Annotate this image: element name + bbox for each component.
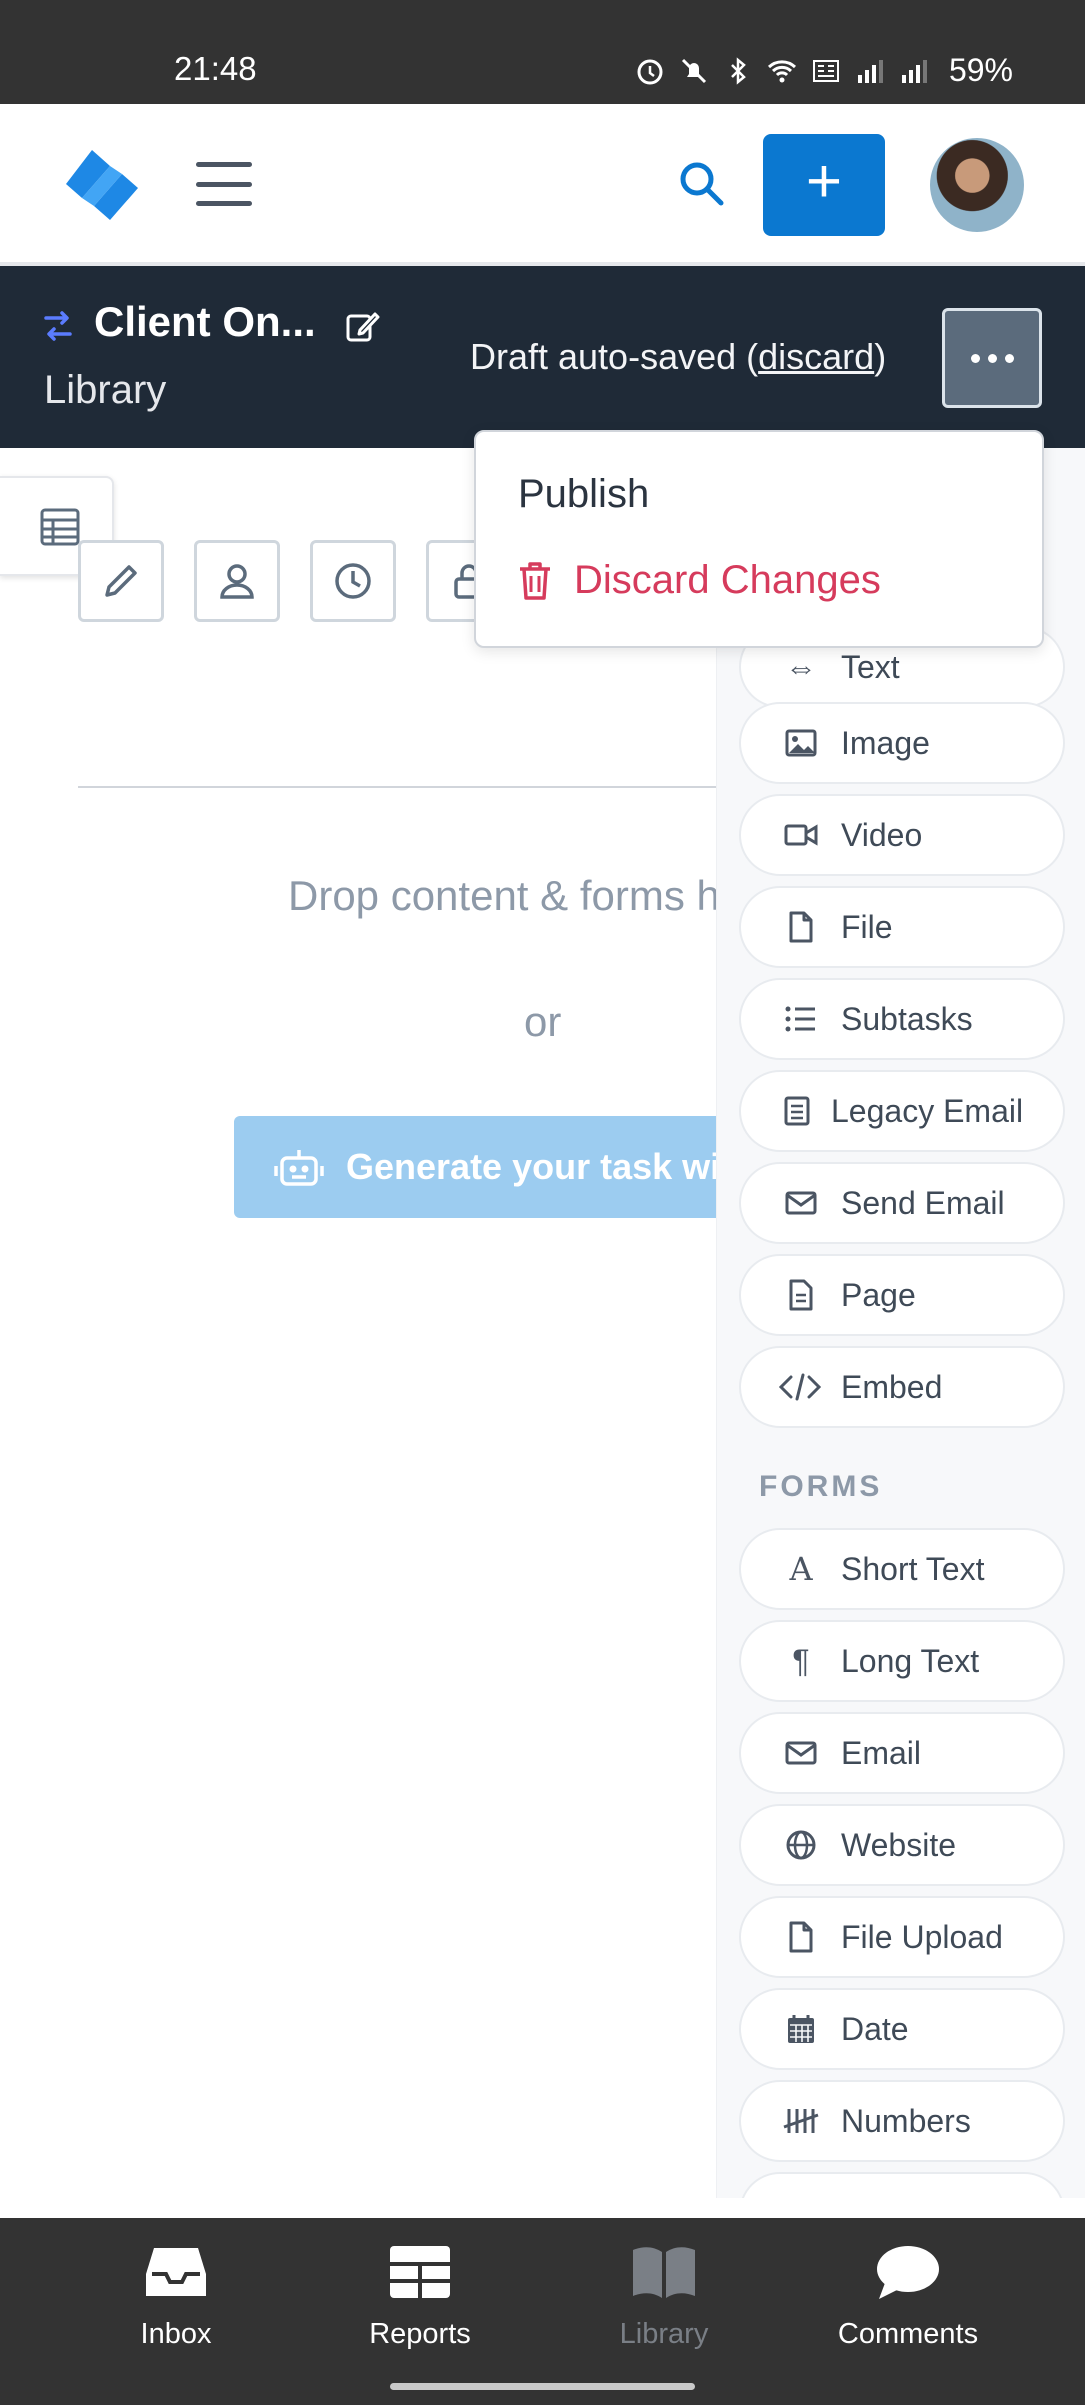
trash-icon: [520, 561, 550, 600]
inbox-icon: [146, 2248, 206, 2296]
avatar[interactable]: [930, 138, 1024, 232]
nav-library[interactable]: Library: [564, 2240, 764, 2351]
widget-page[interactable]: Page: [739, 1254, 1065, 1336]
clock-icon: [335, 563, 371, 599]
form-date[interactable]: Date: [739, 1988, 1065, 2070]
widget-subtasks[interactable]: Subtasks: [739, 978, 1065, 1060]
task-toolbar: [78, 540, 512, 622]
search-icon[interactable]: [676, 158, 726, 208]
status-icons: 59%: [635, 52, 1013, 89]
due-date-button[interactable]: [310, 540, 396, 622]
tally-icon: [783, 2103, 819, 2139]
menu-item-publish[interactable]: Publish: [518, 472, 649, 517]
file-icon: [783, 909, 819, 945]
forms-heading: FORMS: [759, 1470, 883, 1503]
form-file-upload[interactable]: File Upload: [739, 1896, 1065, 1978]
workflow-title[interactable]: Client On...: [94, 298, 316, 346]
volte-icon: [812, 59, 839, 82]
form-website[interactable]: Website: [739, 1804, 1065, 1886]
envelope-icon: [783, 1185, 819, 1221]
status-time: 21:48: [174, 50, 257, 87]
breadcrumb-library[interactable]: Library: [44, 368, 166, 413]
pencil-icon: [105, 565, 137, 597]
draft-status: Draft auto-saved (discard): [470, 336, 887, 377]
widget-video[interactable]: Video: [739, 794, 1065, 876]
mute-icon: [681, 58, 707, 83]
form-short-text[interactable]: A Short Text: [739, 1528, 1065, 1610]
workflow-title-bar: Client On... Library Draft auto-saved (d…: [0, 266, 1085, 448]
list-icon: [783, 1001, 819, 1037]
nav-reports[interactable]: Reports: [320, 2240, 520, 2351]
form-long-text[interactable]: ¶ Long Text: [739, 1620, 1065, 1702]
table-icon: [40, 508, 80, 546]
legacy-email-icon: [779, 1093, 815, 1129]
signal-icon: [857, 59, 883, 83]
bluetooth-icon: [731, 56, 746, 85]
file-icon: [783, 1919, 819, 1955]
image-icon: [783, 725, 819, 761]
code-icon: [779, 1369, 821, 1405]
reports-icon: [390, 2246, 450, 2298]
app-header: +: [0, 104, 1085, 266]
letter-a-icon: A: [789, 1550, 813, 1588]
nav-comments[interactable]: Comments: [808, 2240, 1008, 2351]
user-icon: [220, 564, 254, 599]
divider: [78, 786, 718, 788]
more-options-button[interactable]: [942, 308, 1042, 408]
alarm-icon: [637, 59, 663, 84]
globe-icon: [783, 1827, 819, 1863]
app-logo-icon[interactable]: [60, 144, 144, 228]
home-indicator[interactable]: [390, 2383, 695, 2390]
widget-legacy-email[interactable]: Legacy Email: [739, 1070, 1065, 1152]
edit-title-icon[interactable]: [344, 308, 380, 344]
pilcrow-icon: ¶: [792, 1642, 810, 1679]
assign-button[interactable]: [194, 540, 280, 622]
workflow-icon: [44, 311, 72, 341]
menu-icon[interactable]: [196, 162, 252, 206]
bottom-navigation: Inbox Reports Library Comments: [0, 2218, 1085, 2405]
comment-icon: [877, 2246, 939, 2299]
widget-panel: ⇔ Text Image Video File Subtasks Legacy …: [716, 448, 1085, 2198]
wifi-icon: [767, 59, 796, 82]
page-icon: [783, 1277, 819, 1313]
video-icon: [783, 817, 819, 853]
widget-embed[interactable]: Embed: [739, 1346, 1065, 1428]
generate-task-ai-button[interactable]: Generate your task with AI: [234, 1116, 794, 1218]
envelope-icon: [783, 1735, 819, 1771]
or-text: or: [524, 998, 562, 1045]
drop-zone-text: Drop content & forms here: [288, 872, 781, 919]
form-next-item[interactable]: [739, 2172, 1065, 2198]
form-email[interactable]: Email: [739, 1712, 1065, 1794]
signal-icon-2: [901, 59, 927, 83]
edit-task-button[interactable]: [78, 540, 164, 622]
status-bar: 21:48 59%: [0, 0, 1085, 104]
nav-inbox[interactable]: Inbox: [76, 2240, 276, 2351]
battery-percent: 59%: [948, 52, 1013, 88]
calendar-icon: [783, 2011, 819, 2047]
book-icon: [633, 2247, 695, 2298]
more-options-menu: Publish Discard Changes: [474, 430, 1044, 648]
robot-icon: [274, 1150, 324, 1186]
text-icon: ⇔: [785, 648, 817, 685]
add-button[interactable]: +: [763, 134, 885, 236]
widget-file[interactable]: File: [739, 886, 1065, 968]
widget-image[interactable]: Image: [739, 702, 1065, 784]
discard-link[interactable]: discard: [758, 336, 874, 377]
menu-item-discard-changes[interactable]: Discard Changes: [518, 558, 881, 603]
form-numbers[interactable]: Numbers: [739, 2080, 1065, 2162]
widget-send-email[interactable]: Send Email: [739, 1162, 1065, 1244]
